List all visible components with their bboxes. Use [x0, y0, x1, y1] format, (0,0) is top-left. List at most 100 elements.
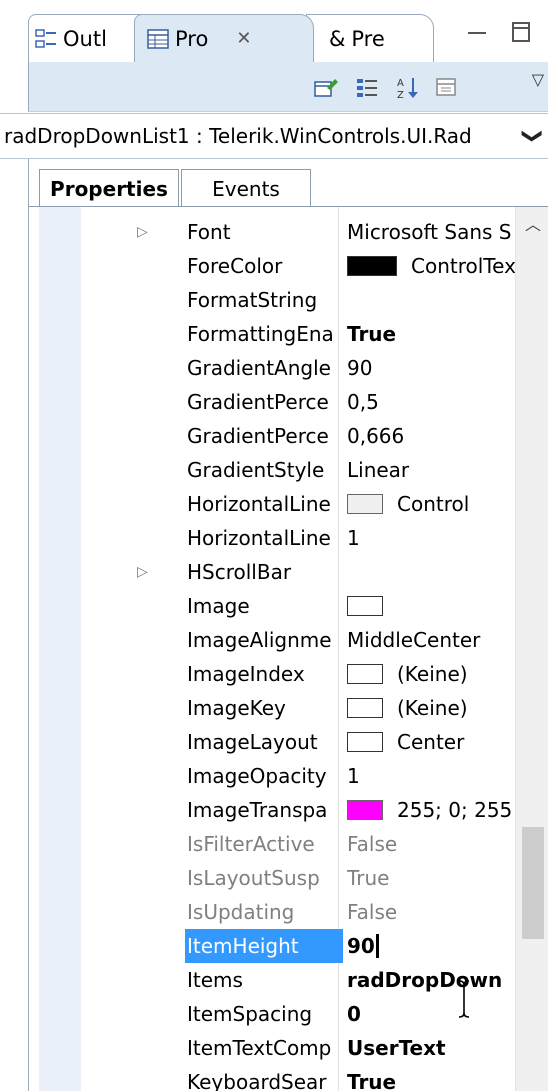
property-row-isupdating[interactable]: IsUpdating False	[39, 895, 515, 929]
categorized-icon[interactable]	[355, 76, 381, 100]
property-row-keyboardsearch[interactable]: KeyboardSear True	[39, 1065, 515, 1091]
property-row-font[interactable]: ▷ Font Microsoft Sans S	[39, 215, 515, 249]
property-value[interactable]: radDropDown	[347, 963, 515, 997]
property-row-gradientpercentage2[interactable]: GradientPerce 0,666	[39, 419, 515, 453]
property-value[interactable]	[347, 555, 515, 589]
property-name: ImageAlignme	[187, 628, 332, 652]
property-name: GradientPerce	[187, 424, 329, 448]
property-value[interactable]: Center	[347, 725, 515, 759]
property-value[interactable]	[347, 589, 515, 623]
edit-icon[interactable]	[313, 76, 339, 100]
property-row-formatstring[interactable]: FormatString	[39, 283, 515, 317]
image-swatch	[347, 664, 383, 684]
property-row-hscrollbar[interactable]: ▷ HScrollBar	[39, 555, 515, 589]
property-row-horizontallinewidth[interactable]: HorizontalLine 1	[39, 521, 515, 555]
property-row-itemspacing[interactable]: ItemSpacing 0	[39, 997, 515, 1031]
property-row-horizontallinecolor[interactable]: HorizontalLine Control	[39, 487, 515, 521]
property-name: GradientAngle	[187, 356, 331, 380]
property-name: KeyboardSear	[187, 1070, 327, 1091]
property-row-items[interactable]: Items radDropDown	[39, 963, 515, 997]
property-value[interactable]: 1	[347, 759, 515, 793]
property-row-imagekey[interactable]: ImageKey (Keine)	[39, 691, 515, 725]
svg-text:Z: Z	[397, 90, 404, 100]
property-name: GradientPerce	[187, 390, 329, 414]
view-menu-icon[interactable]: ▽	[532, 70, 544, 89]
object-selector-text: radDropDownList1 : Telerik.WinControls.U…	[4, 124, 472, 148]
chevron-down-icon[interactable]: ❯	[522, 128, 546, 145]
property-value-text: ControlText	[411, 254, 515, 278]
property-value[interactable]: Linear	[347, 453, 515, 487]
tab-preview[interactable]: & Pre	[306, 14, 434, 62]
property-row-islayoutsuspended[interactable]: IsLayoutSusp True	[39, 861, 515, 895]
property-row-imagetransparentcolor[interactable]: ImageTranspa 255; 0; 255	[39, 793, 515, 827]
color-swatch	[347, 256, 397, 276]
property-value[interactable]: (Keine)	[347, 657, 515, 691]
property-row-gradientstyle[interactable]: GradientStyle Linear	[39, 453, 515, 487]
property-row-itemheight[interactable]: ItemHeight 90	[39, 929, 515, 963]
property-row-forecolor[interactable]: ForeColor ControlText	[39, 249, 515, 283]
color-swatch	[347, 494, 383, 514]
expand-icon[interactable]: ▷	[137, 555, 148, 589]
property-name: FormattingEna	[187, 322, 334, 346]
tab-events[interactable]: Events	[181, 169, 311, 207]
property-row-gradientangle[interactable]: GradientAngle 90	[39, 351, 515, 385]
property-name: ImageIndex	[187, 662, 305, 686]
property-row-itemtextcomparison[interactable]: ItemTextComp UserText	[39, 1031, 515, 1065]
property-value-text: Control	[397, 492, 470, 516]
scroll-up-icon[interactable]: ︿	[516, 211, 548, 235]
tab-outline-label: Outl	[63, 26, 107, 51]
image-swatch	[347, 698, 383, 718]
tab-properties[interactable]: Pro ✕	[134, 14, 314, 62]
tab-preview-label: Pre	[351, 26, 385, 51]
property-row-formattingenabled[interactable]: FormattingEna True	[39, 317, 515, 351]
property-value[interactable]: 0,666	[347, 419, 515, 453]
properties-icon	[147, 28, 169, 50]
property-row-gradientpercentage[interactable]: GradientPerce 0,5	[39, 385, 515, 419]
property-value[interactable]	[347, 283, 515, 317]
property-value[interactable]: True	[347, 317, 515, 351]
property-value[interactable]: 0,5	[347, 385, 515, 419]
outline-icon	[35, 28, 57, 50]
view-tab-bar: Outl Pro ✕ & Pre	[0, 0, 548, 62]
vertical-scrollbar[interactable]: ︿	[515, 207, 548, 1091]
property-tabs: Properties Events	[28, 159, 548, 207]
property-row-imagelayout[interactable]: ImageLayout Center	[39, 725, 515, 759]
tab-properties-label: Pro	[175, 26, 209, 51]
property-value[interactable]: 0	[347, 997, 515, 1031]
property-value[interactable]: UserText	[347, 1031, 515, 1065]
property-value: True	[347, 866, 390, 890]
object-selector[interactable]: radDropDownList1 : Telerik.WinControls.U…	[0, 113, 548, 159]
property-row-imageopacity[interactable]: ImageOpacity 1	[39, 759, 515, 793]
property-row-imagealignment[interactable]: ImageAlignme MiddleCenter	[39, 623, 515, 657]
scrollbar-thumb[interactable]	[522, 827, 544, 939]
property-name: ImageTranspa	[187, 798, 328, 822]
property-row-image[interactable]: Image	[39, 589, 515, 623]
expand-icon[interactable]: ▷	[137, 215, 148, 249]
property-value[interactable]: ControlText	[347, 249, 515, 283]
image-swatch	[347, 596, 383, 616]
property-value[interactable]: True	[347, 1065, 515, 1091]
property-name: IsFilterActive	[187, 832, 315, 856]
color-swatch	[347, 800, 383, 820]
property-row-isfilteractive[interactable]: IsFilterActive False	[39, 827, 515, 861]
property-value[interactable]: Microsoft Sans S	[347, 215, 515, 249]
property-value-editor[interactable]: 90	[347, 929, 515, 963]
maximize-icon[interactable]	[512, 22, 530, 42]
minimize-icon[interactable]	[468, 20, 486, 34]
property-value[interactable]: Control	[347, 487, 515, 521]
tab-properties-grid[interactable]: Properties	[39, 169, 179, 207]
property-value[interactable]: 90	[347, 351, 515, 385]
property-value[interactable]: MiddleCenter	[347, 623, 515, 657]
close-icon[interactable]: ✕	[236, 28, 251, 49]
sort-alphabetical-icon[interactable]: A Z	[395, 76, 421, 101]
property-name: Image	[187, 594, 250, 618]
property-row-imageindex[interactable]: ImageIndex (Keine)	[39, 657, 515, 691]
property-value-text: (Keine)	[397, 662, 468, 686]
property-value[interactable]: 1	[347, 521, 515, 555]
property-name: IsLayoutSusp	[187, 866, 320, 890]
property-value[interactable]: (Keine)	[347, 691, 515, 725]
property-pages-icon[interactable]	[435, 76, 461, 100]
property-name: HScrollBar	[187, 560, 292, 584]
property-value[interactable]: 255; 0; 255	[347, 793, 515, 827]
property-value: False	[347, 900, 398, 924]
